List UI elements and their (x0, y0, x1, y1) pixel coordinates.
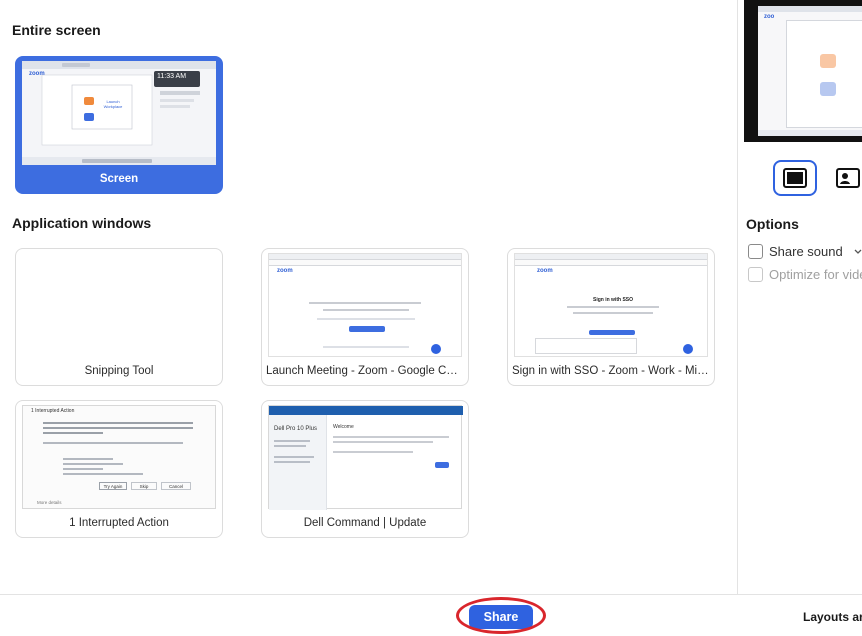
app-window-tile-snipping-tool[interactable]: Snipping Tool (15, 248, 223, 386)
app-window-tile-sign-in-sso[interactable]: zoom Sign in with SSO Sign in with SSO -… (507, 248, 715, 386)
app-window-label: Dell Command | Update (303, 517, 427, 529)
screen-thumbnail: zoom 11:33 AM Launch Workplace (22, 61, 216, 165)
thumb-text-line (317, 318, 415, 320)
preview-window (786, 20, 862, 128)
sso-thumb-heading: Sign in with SSO (593, 297, 633, 303)
thumb-text-line (274, 445, 306, 447)
optimize-video-label: Optimize for vide (769, 267, 862, 282)
app-window-label: Sign in with SSO - Zoom - Work - Micr... (512, 365, 714, 377)
thumb-text-line (63, 473, 143, 475)
optimize-video-option[interactable]: Optimize for vide (748, 267, 862, 282)
app-window-label: 1 Interrupted Action (69, 517, 169, 529)
share-sound-label: Share sound (769, 244, 843, 259)
thumb-text-line (63, 463, 123, 465)
thumb-text-line (333, 441, 433, 443)
launch-meeting-thumb-button (349, 326, 385, 332)
thumb-text-line (309, 302, 421, 304)
zoom-logo: zoom (277, 268, 293, 274)
dell-thumb-heading: Welcome (333, 424, 354, 430)
preview-taskbar (758, 130, 862, 136)
sign-in-sso-thumbnail: zoom Sign in with SSO (514, 253, 708, 357)
snipping-tool-thumbnail (22, 253, 216, 357)
share-sound-checkbox[interactable] (748, 244, 763, 259)
screen-thumb-logo: zoom (29, 71, 45, 77)
preview-zoom-logo: zoo (764, 14, 775, 20)
thumb-text-line (274, 440, 310, 442)
screen-thumb-time: 11:33 AM (157, 73, 187, 80)
more-details-thumb-link: More details (37, 500, 62, 505)
application-windows-heading: Application windows (12, 215, 152, 231)
zoom-logo: zoom (537, 268, 553, 274)
portrait-icon (836, 168, 860, 188)
sso-thumb-button (589, 330, 635, 335)
skip-thumb-button: Skip (131, 482, 157, 490)
thumb-text-line (333, 436, 449, 438)
thumb-text-line (63, 458, 113, 460)
dell-title-bar (269, 406, 463, 415)
app-window-tile-interrupted-action[interactable]: 1 Interrupted Action Try Again Skip Canc… (15, 400, 223, 538)
thumb-text-line (573, 312, 653, 314)
share-portrait-mode-button[interactable] (826, 160, 862, 196)
monitor-icon (783, 168, 807, 188)
preview-blue-icon (820, 82, 836, 96)
app-window-label: Launch Meeting - Zoom - Google Chro... (266, 365, 468, 377)
app-window-label: Snipping Tool (84, 365, 154, 377)
preview-top-bar (758, 6, 862, 12)
thumb-text-line (323, 309, 409, 311)
screen-thumbnail-image (22, 61, 216, 165)
browser-address-bar (269, 260, 461, 266)
dell-thumb-button (435, 462, 449, 468)
thumb-text-line (567, 306, 659, 308)
help-bubble-icon (431, 344, 441, 354)
dialog-thumb-title: 1 Interrupted Action (31, 408, 75, 414)
screen-tile[interactable]: zoom 11:33 AM Launch Workplace Screen (15, 56, 223, 194)
thumb-text-line (43, 422, 193, 424)
thumb-text-line (43, 427, 193, 429)
chevron-down-icon[interactable] (853, 248, 862, 256)
panel-divider (737, 0, 738, 594)
help-bubble-icon (683, 344, 693, 354)
screen-tile-label: Screen (99, 173, 139, 185)
entire-screen-heading: Entire screen (12, 22, 101, 38)
thumb-text-line (63, 468, 103, 470)
thumb-text-line (43, 432, 103, 434)
share-button[interactable]: Share (469, 605, 533, 629)
try-again-thumb-button: Try Again (99, 482, 127, 490)
preview-screen: zoo (758, 6, 862, 136)
footer-divider (0, 594, 862, 595)
options-heading: Options (746, 216, 799, 232)
thumb-text-line (43, 442, 183, 444)
layouts-label: Layouts ar (803, 610, 862, 624)
thumb-text-line (274, 461, 310, 463)
dell-thumb-product: Dell Pro 10 Plus (274, 426, 318, 432)
share-source-panel: Entire screen zoom 11:33 AM Launch Workp… (0, 0, 738, 594)
dell-command-thumbnail: Dell Pro 10 Plus Welcome (268, 405, 463, 510)
cancel-thumb-button: Cancel (161, 482, 191, 490)
screen-thumb-card-title: Launch Workplace (103, 99, 123, 109)
thumb-text-line (274, 456, 314, 458)
thumb-text-line (323, 346, 409, 348)
share-screen-mode-button[interactable] (773, 160, 817, 196)
share-screen-window: Entire screen zoom 11:33 AM Launch Workp… (0, 0, 862, 636)
share-sound-option[interactable]: Share sound (748, 244, 862, 259)
browser-address-bar (515, 260, 707, 266)
optimize-video-checkbox[interactable] (748, 267, 763, 282)
launch-meeting-thumbnail: zoom (268, 253, 462, 357)
share-preview: zoo (744, 0, 862, 142)
thumb-text-line (333, 451, 413, 453)
interrupted-action-thumbnail: 1 Interrupted Action Try Again Skip Canc… (22, 405, 216, 509)
app-window-tile-dell-command-update[interactable]: Dell Pro 10 Plus Welcome Dell Command | … (261, 400, 469, 538)
thumb-banner (535, 338, 637, 354)
app-window-tile-launch-meeting[interactable]: zoom Launch Meeting - Zoom - Google Chro… (261, 248, 469, 386)
preview-orange-icon (820, 54, 836, 68)
